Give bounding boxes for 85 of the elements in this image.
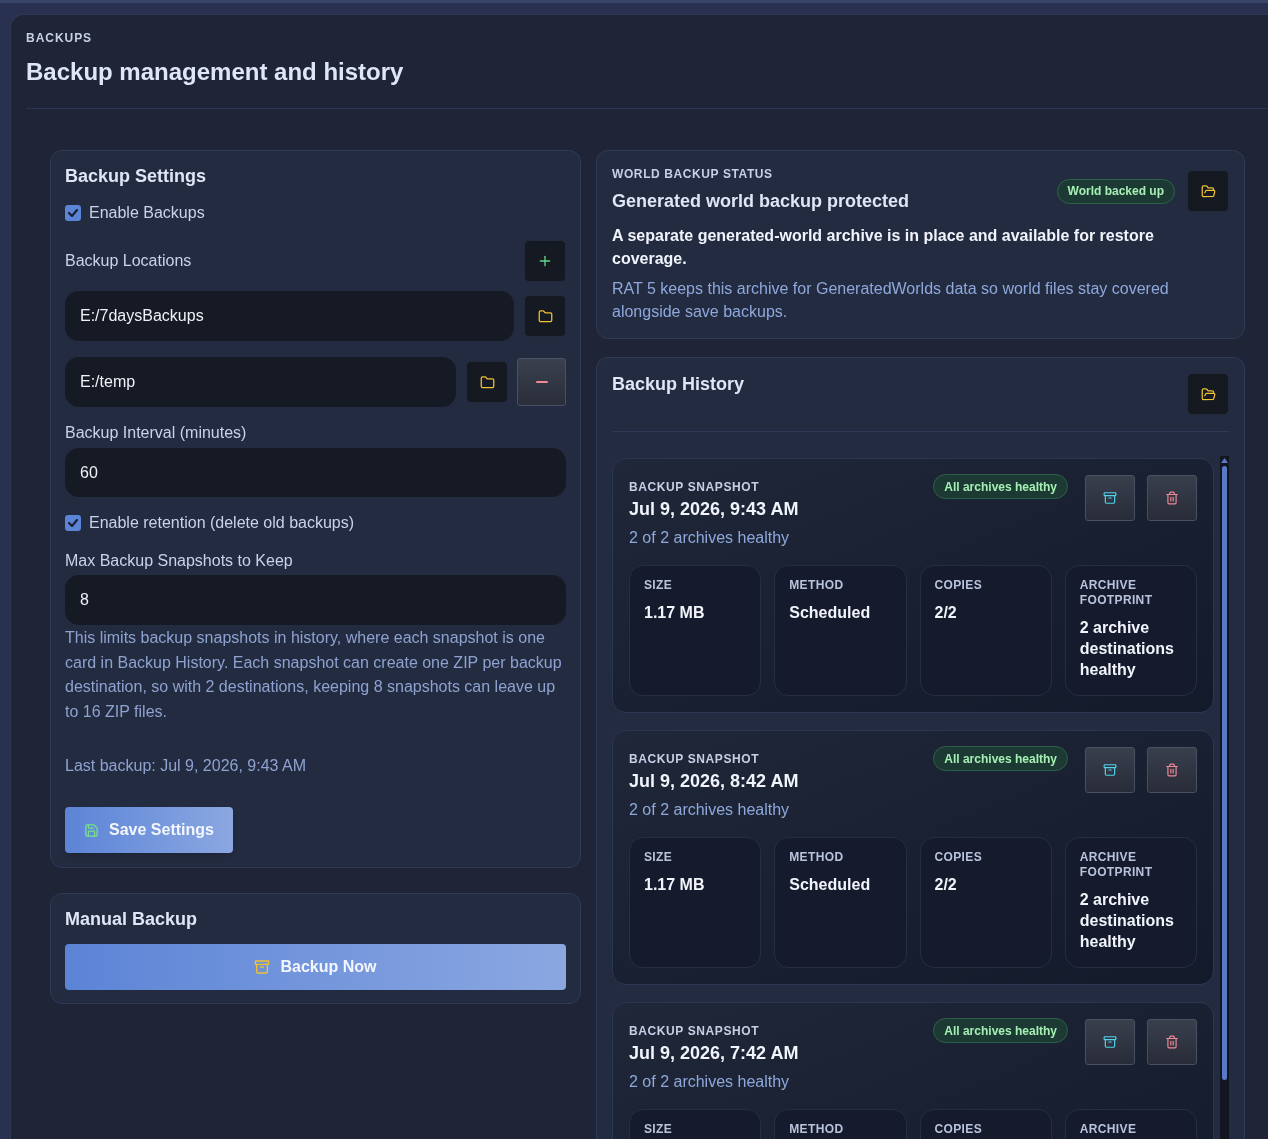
help-text: This limits backup snapshots in history, where each snapshot is one card in Backup History. Each snapshot can create one ZIP per backup destination, so with 2 destinations, keeping 8 snapshots can leave up to 16 ZIP files. — [65, 628, 563, 722]
field-label: Backup Locations — [65, 251, 192, 271]
status-summary: A separate generated-world archive is in place and available for restore coverage. — [612, 226, 1155, 269]
minus-icon — [535, 381, 548, 383]
snapshot-eyebrow: BACKUP SNAPSHOT — [629, 751, 760, 767]
plus-icon — [537, 253, 553, 269]
stat-label: COPIES — [934, 578, 982, 593]
card-title: Backup Settings — [65, 165, 207, 188]
stat-label: METHOD — [789, 850, 844, 865]
checkbox-label: Enable retention (delete old backups) — [89, 513, 355, 533]
folder-button[interactable] — [466, 361, 508, 403]
stat-value: 2/2 — [934, 875, 957, 895]
stat-label: SIZE — [644, 578, 673, 593]
folder-icon — [537, 308, 553, 324]
checkbox[interactable] — [65, 515, 81, 531]
checkmark-icon — [68, 519, 78, 527]
up-arrow-icon — [1221, 458, 1228, 463]
card-title: Manual Backup — [65, 908, 198, 931]
checkbox-label: Enable Backups — [89, 203, 205, 223]
last-backup-text: Last backup: Jul 9, 2026, 9:43 AM — [65, 756, 307, 776]
card-title: Generated world backup protected — [612, 190, 910, 213]
field-label: Max Backup Snapshots to Keep — [65, 551, 293, 571]
stat-label: ARCHIVE FOOTPRINT — [1079, 850, 1154, 880]
delete-button[interactable] — [1147, 1019, 1197, 1065]
status-badge: All archives healthy — [933, 1018, 1068, 1043]
trash-icon — [1165, 491, 1179, 505]
stat-value: Scheduled — [789, 875, 871, 895]
folder-open-icon — [1200, 386, 1216, 402]
trash-icon — [1165, 1035, 1179, 1049]
stat-label: ARCHIVE FOOTPRINT — [1079, 578, 1154, 608]
folder-open-icon — [1200, 183, 1216, 199]
stat-value: 2 archive destinations healthy — [1079, 618, 1175, 680]
folder-icon — [479, 374, 495, 390]
page-eyebrow: BACKUPS — [26, 30, 93, 46]
scrollbar-thumb[interactable] — [1222, 466, 1227, 1080]
stat-value: 1.17 MB — [644, 603, 705, 623]
status-badge: All archives healthy — [933, 746, 1068, 771]
archive-button[interactable] — [1085, 747, 1135, 793]
delete-button[interactable] — [1147, 475, 1197, 521]
snapshot-eyebrow: BACKUP SNAPSHOT — [629, 479, 760, 495]
snapshot-health: 2 of 2 archives healthy — [629, 1072, 790, 1092]
stat-label: COPIES — [934, 1122, 982, 1137]
card-eyebrow: WORLD BACKUP STATUS — [612, 166, 773, 182]
stat-value: 1.17 MB — [644, 875, 705, 895]
open-folder-button[interactable] — [1187, 373, 1229, 415]
checkbox[interactable] — [65, 205, 81, 221]
field-label: Backup Interval (minutes) — [65, 423, 247, 443]
checkmark-icon — [68, 209, 78, 217]
folder-button[interactable] — [524, 295, 566, 337]
path-field[interactable]: E:/temp — [65, 357, 456, 407]
save-icon — [84, 822, 99, 838]
stat-label: METHOD — [789, 1122, 844, 1137]
snapshot-date: Jul 9, 2026, 8:42 AM — [629, 770, 799, 793]
max-snapshots-field[interactable]: 8 — [65, 575, 566, 625]
snapshot-date: Jul 9, 2026, 7:42 AM — [629, 1042, 799, 1065]
stat-label: COPIES — [934, 850, 982, 865]
scrollbar[interactable] — [1220, 456, 1229, 1139]
status-badge: World backed up — [1056, 178, 1175, 204]
stat-label: SIZE — [644, 1122, 673, 1137]
archive-button[interactable] — [1085, 475, 1135, 521]
path-field[interactable]: E:/7daysBackups — [65, 291, 514, 341]
delete-button[interactable] — [1147, 747, 1197, 793]
stat-value: 2 archive destinations healthy — [1079, 890, 1175, 952]
archive-icon — [1103, 491, 1117, 505]
stat-label: ARCHIVE — [1079, 1122, 1137, 1137]
archive-button[interactable] — [1085, 1019, 1135, 1065]
open-folder-button[interactable] — [1187, 170, 1229, 212]
card-title: Backup History — [612, 373, 745, 396]
archive-icon — [254, 959, 271, 975]
interval-field[interactable]: 60 — [65, 448, 566, 497]
status-detail: RAT 5 keeps this archive for GeneratedWorlds data so world files stay covered alongside save backups. — [612, 279, 1170, 322]
page-title: Backup management and history — [26, 57, 404, 87]
archive-icon — [1103, 763, 1117, 777]
archive-icon — [1103, 1035, 1117, 1049]
stat-label: SIZE — [644, 850, 673, 865]
add-button[interactable] — [524, 240, 566, 282]
stat-label: METHOD — [789, 578, 844, 593]
stat-value: Scheduled — [789, 603, 871, 623]
stat-value: 2/2 — [934, 603, 957, 623]
trash-icon — [1165, 763, 1179, 777]
snapshot-health: 2 of 2 archives healthy — [629, 800, 790, 820]
snapshot-eyebrow: BACKUP SNAPSHOT — [629, 1023, 760, 1039]
snapshot-date: Jul 9, 2026, 9:43 AM — [629, 498, 799, 521]
status-badge: All archives healthy — [933, 474, 1068, 499]
snapshot-health: 2 of 2 archives healthy — [629, 528, 790, 548]
